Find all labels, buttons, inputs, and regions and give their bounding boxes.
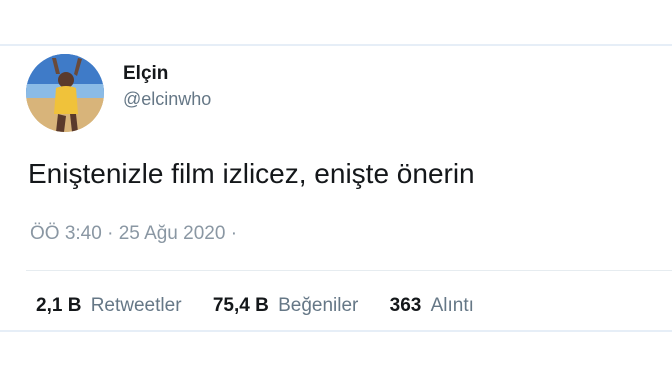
tweet-card[interactable]: Elçin @elcinwho Eniştenizle film izlicez… <box>0 44 672 332</box>
quotes-stat[interactable]: 363 Alıntı <box>390 294 474 318</box>
avatar[interactable] <box>26 54 104 132</box>
quotes-label: Alıntı <box>430 295 474 316</box>
top-blank-area <box>0 0 672 44</box>
avatar-photo-icon <box>26 54 104 132</box>
display-name[interactable]: Elçin <box>123 62 211 86</box>
tweet-author[interactable]: Elçin @elcinwho <box>123 62 211 111</box>
likes-label: Beğeniler <box>278 295 359 316</box>
tweet-text: Eniştenizle film izlicez, enişte önerin <box>28 158 475 189</box>
quotes-count: 363 <box>389 295 422 316</box>
divider <box>26 270 672 271</box>
tweet-timestamp[interactable]: ÖÖ 3:40 · 25 Ağu 2020 · <box>30 222 237 246</box>
likes-count: 75,4 B <box>212 295 269 316</box>
retweets-stat[interactable]: 2,1 B Retweetler <box>36 294 182 318</box>
screenshot: Elçin @elcinwho Eniştenizle film izlicez… <box>0 0 672 378</box>
retweets-count: 2,1 B <box>36 295 82 316</box>
bottom-blank-area <box>0 332 672 378</box>
user-handle[interactable]: @elcinwho <box>123 87 211 111</box>
tweet-stats: 2,1 B Retweetler 75,4 B Beğeniler 363 Al… <box>36 294 500 318</box>
retweets-label: Retweetler <box>90 295 182 316</box>
likes-stat[interactable]: 75,4 B Beğeniler <box>213 294 359 318</box>
